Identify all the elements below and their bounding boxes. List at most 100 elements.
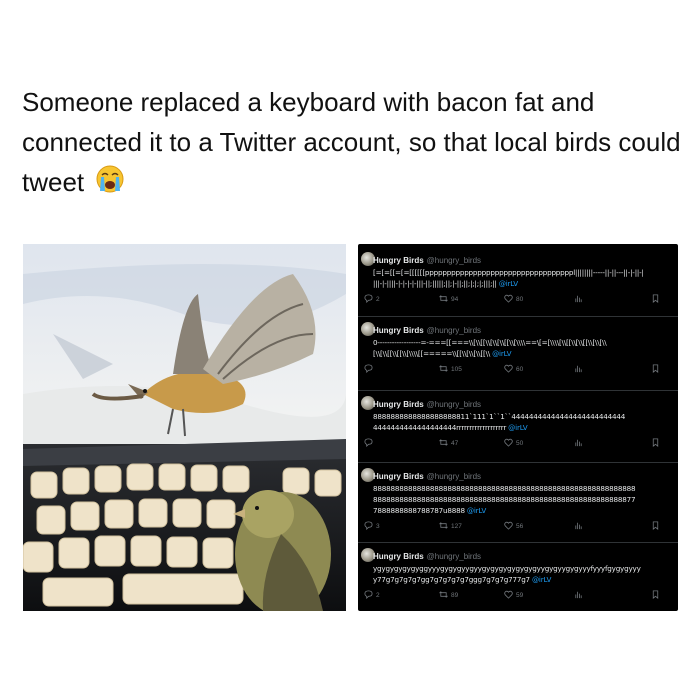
tweet-text-line: [\\[\\[[\\[[\\[\\\\[[=====\\[[\\[\\[\\[[… [373, 349, 491, 358]
author-handle[interactable]: @hungry_birds [427, 552, 481, 561]
like-button[interactable]: 56 [504, 521, 523, 532]
bookmark-icon [651, 590, 660, 601]
bookmark-button[interactable] [651, 590, 660, 601]
retweets-count: 89 [451, 592, 459, 599]
reply-button[interactable] [364, 438, 376, 449]
bookmark-button[interactable] [651, 364, 660, 375]
retweets-count: 47 [451, 440, 459, 447]
views-button[interactable] [574, 521, 583, 532]
tweet-text-line: y77g7g7g7g7gg7g7g7g7g7ggg7g7g7g777g7 [373, 575, 530, 584]
reply-icon [364, 521, 373, 532]
tweet-text-line: 8888888888888888888811`111`1``1``4444444… [373, 412, 626, 421]
views-icon [574, 364, 583, 375]
like-button[interactable]: 60 [504, 364, 523, 375]
tweet-actions: 3 127 56 [361, 521, 671, 533]
retweet-button[interactable]: 89 [439, 590, 458, 601]
retweets-count: 94 [451, 296, 459, 303]
tweet-item[interactable]: Hungry Birds @hungry_birds 888888888888888… [358, 392, 678, 466]
like-button[interactable]: 80 [504, 294, 523, 305]
views-button[interactable] [574, 294, 583, 305]
reply-icon [364, 438, 373, 449]
tweet-text-line: ygygygygygyggyyygygygyygyygygygygygygygy… [373, 564, 641, 573]
tweet-text: 0------------------=-===[[===\\[\\[[\\[\… [373, 337, 678, 359]
reply-icon [364, 364, 373, 375]
bookmark-button[interactable] [651, 294, 660, 305]
tweet-item[interactable]: Hungry Birds @hungry_birds [=[=[[=[=[[[[[[… [358, 248, 678, 322]
tweet-actions: 105 60 [361, 364, 671, 376]
heart-icon [504, 521, 513, 532]
retweet-button[interactable]: 47 [439, 438, 458, 449]
tweet-text: 8888888888888888888888888888888888888888… [373, 483, 678, 516]
reply-button[interactable]: 3 [364, 521, 380, 532]
retweet-button[interactable]: 127 [439, 521, 462, 532]
tweet-actions: 47 50 [361, 438, 671, 450]
bird-keyboard-photo [23, 244, 346, 611]
author-name[interactable]: Hungry Birds [373, 400, 424, 409]
author-name[interactable]: Hungry Birds [373, 256, 424, 265]
tweet-text-last-line: y77g7g7g7g7gg7g7g7g7g7ggg7g7g7g777g7 @irL… [373, 574, 678, 585]
tweet-item[interactable]: Hungry Birds @hungry_birds ygygygygygyggyy… [358, 544, 678, 611]
tweet-text-line: [=[=[[=[=[[[[[[ppppppppppppppppppppppppp… [373, 268, 644, 277]
tweet-text-last-line: 4444444444444444444rrrrrrrrrrrrrrrrrrr @i… [373, 422, 678, 433]
bookmark-icon [651, 364, 660, 375]
photo-illustration [23, 244, 346, 611]
bookmark-button[interactable] [651, 438, 660, 449]
replies-count: 2 [376, 296, 380, 303]
like-button[interactable]: 50 [504, 438, 523, 449]
retweet-button[interactable]: 94 [439, 294, 458, 305]
tweet-text-line: |||-|-||||-|-|-|-|-|||-||;|||||;||;|-||;… [373, 279, 497, 288]
likes-count: 60 [516, 366, 524, 373]
tweet-header: Hungry Birds @hungry_birds [373, 552, 481, 561]
tweet-text-last-line: |||-|-||||-|-|-|-|-|||-||;|||||;||;|-||;… [373, 278, 678, 289]
likes-count: 59 [516, 592, 524, 599]
views-icon [574, 590, 583, 601]
tweet-item[interactable]: Hungry Birds @hungry_birds 0--------------… [358, 318, 678, 392]
replies-count: 2 [376, 592, 380, 599]
tweet-text-last-line: [\\[\\[[\\[[\\[\\\\[[=====\\[[\\[\\[\\[[… [373, 348, 678, 359]
mention-link[interactable]: @irLV [508, 423, 527, 432]
author-name[interactable]: Hungry Birds [373, 326, 424, 335]
tweet-header: Hungry Birds @hungry_birds [373, 472, 481, 481]
author-handle[interactable]: @hungry_birds [427, 256, 481, 265]
bookmark-button[interactable] [651, 521, 660, 532]
bookmark-icon [651, 294, 660, 305]
tweet-text-line: 4444444444444444444rrrrrrrrrrrrrrrrrrr [373, 423, 507, 432]
tweet-divider [358, 542, 678, 543]
reply-button[interactable]: 2 [364, 294, 380, 305]
heart-icon [504, 294, 513, 305]
retweet-button[interactable]: 105 [439, 364, 462, 375]
tweet-divider [358, 316, 678, 317]
mention-link[interactable]: @irLV [532, 575, 551, 584]
author-handle[interactable]: @hungry_birds [427, 326, 481, 335]
reply-button[interactable] [364, 364, 376, 375]
heart-icon [504, 438, 513, 449]
tweet-actions: 2 89 59 [361, 590, 671, 602]
mention-link[interactable]: @irLV [492, 349, 511, 358]
reply-icon [364, 590, 373, 601]
views-button[interactable] [574, 438, 583, 449]
likes-count: 50 [516, 440, 524, 447]
tweet-text: [=[=[[=[=[[[[[[ppppppppppppppppppppppppp… [373, 267, 678, 289]
tweet-text: 8888888888888888888811`111`1``1``4444444… [373, 411, 678, 433]
tweet-header: Hungry Birds @hungry_birds [373, 326, 481, 335]
author-name[interactable]: Hungry Birds [373, 552, 424, 561]
retweet-icon [439, 590, 448, 601]
replies-count: 3 [376, 523, 380, 530]
tweet-item[interactable]: Hungry Birds @hungry_birds 888888888888888… [358, 464, 678, 538]
retweets-count: 105 [451, 366, 462, 373]
retweets-count: 127 [451, 523, 462, 530]
tweet-text-line: 7888888888788787u8888 [373, 506, 465, 515]
views-button[interactable] [574, 364, 583, 375]
views-button[interactable] [574, 590, 583, 601]
mention-link[interactable]: @irLV [499, 279, 518, 288]
author-handle[interactable]: @hungry_birds [427, 472, 481, 481]
author-handle[interactable]: @hungry_birds [427, 400, 481, 409]
heart-icon [504, 590, 513, 601]
reply-button[interactable]: 2 [364, 590, 380, 601]
tweet-text-line: 8888888888888888888888888888888888888888… [373, 495, 636, 504]
tweet-text-line: 0------------------=-===[[===\\[\\[[\\[\… [373, 338, 607, 347]
author-name[interactable]: Hungry Birds [373, 472, 424, 481]
mention-link[interactable]: @irLV [467, 506, 486, 515]
like-button[interactable]: 59 [504, 590, 523, 601]
views-icon [574, 294, 583, 305]
